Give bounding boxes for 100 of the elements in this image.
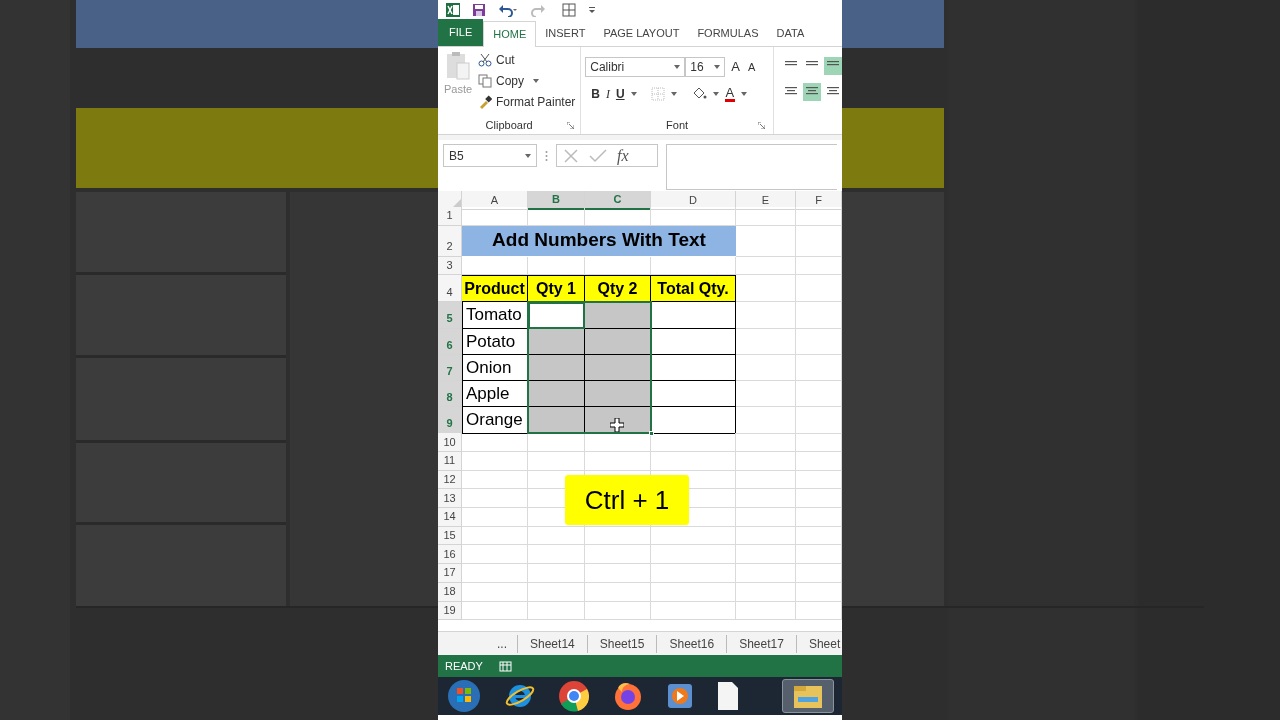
header-cell: Qty 2: [585, 275, 651, 303]
ribbon-tab[interactable]: DATA: [767, 21, 814, 46]
fox-browser-icon[interactable]: [612, 680, 644, 712]
row-header[interactable]: 2: [438, 225, 462, 257]
row-header[interactable]: 11: [438, 452, 462, 471]
ribbon-tab[interactable]: HOME: [483, 21, 537, 47]
table-cell[interactable]: [585, 354, 651, 382]
dialog-launcher-icon[interactable]: [758, 121, 765, 129]
scissors-icon: [478, 53, 492, 67]
row-header[interactable]: 16: [438, 545, 462, 565]
borders-icon[interactable]: [562, 3, 576, 17]
group-label: Font: [666, 117, 689, 133]
table-cell[interactable]: [585, 328, 651, 356]
row-header[interactable]: 1: [438, 207, 462, 226]
customize-caret-icon[interactable]: [588, 5, 596, 15]
document-icon[interactable]: [716, 681, 740, 711]
sheet-tab[interactable]: Sheet: [796, 634, 842, 653]
row-header[interactable]: 10: [438, 433, 462, 452]
dialog-launcher-icon[interactable]: [567, 121, 575, 129]
sheet-tab[interactable]: Sheet17: [727, 634, 797, 653]
grip-icon: [545, 150, 548, 162]
table-cell[interactable]: [651, 328, 736, 356]
copy-button[interactable]: Copy: [478, 72, 576, 90]
table-cell[interactable]: Onion: [462, 354, 528, 382]
table-cell[interactable]: [651, 302, 736, 329]
table-cell[interactable]: Orange: [462, 407, 528, 434]
row-header[interactable]: 6: [438, 328, 462, 356]
cursor-icon: [610, 418, 624, 432]
caret-icon: [674, 65, 681, 69]
column-header[interactable]: C: [585, 191, 651, 210]
media-player-icon[interactable]: [666, 682, 694, 710]
caret-icon: [525, 153, 531, 158]
sheet-tab[interactable]: Sheet16: [657, 634, 728, 653]
column-header[interactable]: E: [736, 191, 796, 210]
caret-icon: [532, 78, 540, 84]
font-name-field[interactable]: Calibri: [585, 57, 686, 77]
clipboard-icon: [445, 51, 471, 81]
column-header[interactable]: B: [528, 191, 585, 210]
grow-font-button[interactable]: A: [729, 57, 742, 77]
title-cell: Add Numbers With Text: [462, 225, 736, 257]
row-header[interactable]: 14: [438, 508, 462, 527]
table-cell[interactable]: Potato: [462, 328, 528, 356]
format-painter-button[interactable]: Format Painter: [478, 93, 576, 111]
copy-icon: [478, 74, 492, 88]
table-cell[interactable]: [528, 407, 585, 434]
fill-handle[interactable]: [649, 431, 654, 437]
header-cell: Product: [462, 275, 528, 303]
row-header[interactable]: 8: [438, 380, 462, 408]
round-browser-icon[interactable]: [558, 680, 590, 712]
insert-function-button[interactable]: fx: [617, 143, 629, 168]
caret-icon: [712, 92, 719, 96]
shortcut-toast: Ctrl + 1: [565, 475, 689, 525]
table-cell[interactable]: Tomato: [462, 302, 528, 329]
table-cell[interactable]: [585, 302, 651, 329]
row-header[interactable]: 5: [438, 302, 462, 329]
cut-button[interactable]: Cut: [478, 51, 576, 69]
italic-button[interactable]: I: [605, 85, 610, 103]
table-cell[interactable]: [651, 380, 736, 408]
sheet-stats-icon[interactable]: [498, 660, 512, 672]
undo-icon[interactable]: [498, 3, 518, 17]
bottom-align-icon[interactable]: [824, 57, 842, 75]
sheet-tab[interactable]: Sheet15: [587, 634, 658, 653]
sheet-tab[interactable]: ...: [487, 634, 518, 653]
row-header[interactable]: 17: [438, 564, 462, 583]
table-cell[interactable]: Apple: [462, 380, 528, 408]
ribbon-tab[interactable]: INSERT: [536, 21, 595, 46]
name-box[interactable]: B5: [443, 144, 537, 167]
table-cell[interactable]: [651, 407, 736, 434]
row-header[interactable]: 9: [438, 407, 462, 434]
row-header[interactable]: 4: [438, 275, 462, 303]
row-header[interactable]: 7: [438, 354, 462, 382]
underline-button[interactable]: U: [615, 85, 625, 103]
header-cell: Qty 1: [528, 275, 585, 303]
caret-icon: [630, 92, 637, 96]
file-tab[interactable]: FILE: [438, 19, 484, 46]
sheet-tab[interactable]: Sheet14: [518, 634, 588, 653]
start-orb-icon[interactable]: [446, 679, 482, 713]
paintbrush-icon: [478, 95, 492, 109]
shrink-font-button[interactable]: A: [745, 58, 758, 76]
bold-button[interactable]: B: [591, 85, 600, 103]
align-center-icon[interactable]: [803, 83, 821, 101]
taskbar-button[interactable]: [782, 679, 834, 713]
spreadsheet-app-icon: [446, 3, 460, 17]
ribbon-tab[interactable]: PAGE LAYOUT: [594, 21, 689, 46]
caret-icon: [741, 92, 748, 96]
checkmark-icon[interactable]: [589, 148, 607, 163]
column-header[interactable]: D: [651, 191, 736, 210]
save-icon[interactable]: [472, 3, 486, 17]
row-header[interactable]: 13: [438, 489, 462, 509]
ribbon-tab[interactable]: FORMULAS: [688, 21, 768, 46]
table-cell[interactable]: [585, 380, 651, 408]
cancel-icon[interactable]: [563, 148, 579, 163]
caret-icon: [714, 65, 721, 69]
font-size-field[interactable]: 16: [685, 57, 726, 77]
caret-icon: [670, 92, 677, 96]
group-label: Clipboard: [485, 117, 533, 133]
header-cell: Total Qty.: [651, 275, 736, 303]
table-cell[interactable]: [651, 354, 736, 382]
font-color-button[interactable]: A: [724, 86, 736, 102]
formula-input-field[interactable]: [666, 144, 837, 190]
